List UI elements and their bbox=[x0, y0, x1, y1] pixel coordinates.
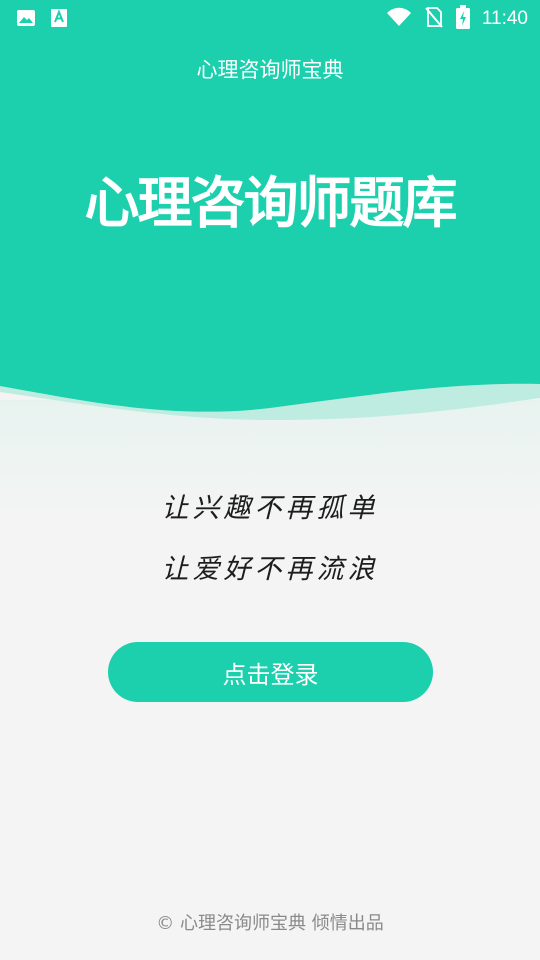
battery-charging-icon bbox=[455, 5, 470, 33]
wifi-icon bbox=[386, 7, 412, 31]
no-sim-icon bbox=[424, 6, 444, 32]
text-a-icon bbox=[50, 8, 68, 32]
status-bar: 11:40 bbox=[0, 0, 540, 36]
slogan-line-1: 让兴趣不再孤单 bbox=[161, 493, 379, 524]
login-button[interactable]: 点击登录 bbox=[108, 642, 433, 702]
image-icon bbox=[16, 9, 36, 31]
clock: 11:40 bbox=[481, 8, 528, 29]
footer-copyright: © 心理咨询师宝典 倾情出品 bbox=[156, 913, 384, 934]
slogan-line-2: 让爱好不再流浪 bbox=[161, 554, 379, 585]
page-title: 心理咨询师题库 bbox=[84, 171, 457, 235]
app-title: 心理咨询师宝典 bbox=[196, 58, 344, 82]
